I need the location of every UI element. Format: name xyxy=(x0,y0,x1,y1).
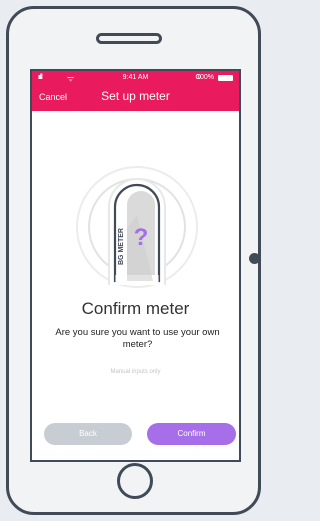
back-button[interactable]: Back xyxy=(44,423,132,445)
confirm-meter-title: Confirm meter xyxy=(81,299,190,318)
meter-label: BG METER xyxy=(118,228,125,265)
side-button xyxy=(249,253,260,264)
battery-percent: 100% xyxy=(196,74,214,81)
header-bar: ııll ᯤ 9:41 AM ʘ 100% Cancel Set up mete… xyxy=(32,71,239,111)
confirm-question: Are you sure you want to use your own me… xyxy=(55,327,220,350)
battery-icon xyxy=(218,75,233,81)
speaker-slot xyxy=(96,33,162,44)
confirm-button[interactable]: Confirm xyxy=(147,423,236,445)
phone-screen: ııll ᯤ 9:41 AM ʘ 100% Cancel Set up mete… xyxy=(30,69,241,462)
question-mark-icon: ? xyxy=(134,224,149,251)
manual-inputs-note: Manual inputs only xyxy=(110,369,161,375)
home-button xyxy=(117,463,153,499)
page-title: Set up meter xyxy=(101,89,170,103)
meter-illustration: BG METER ? xyxy=(76,166,198,288)
